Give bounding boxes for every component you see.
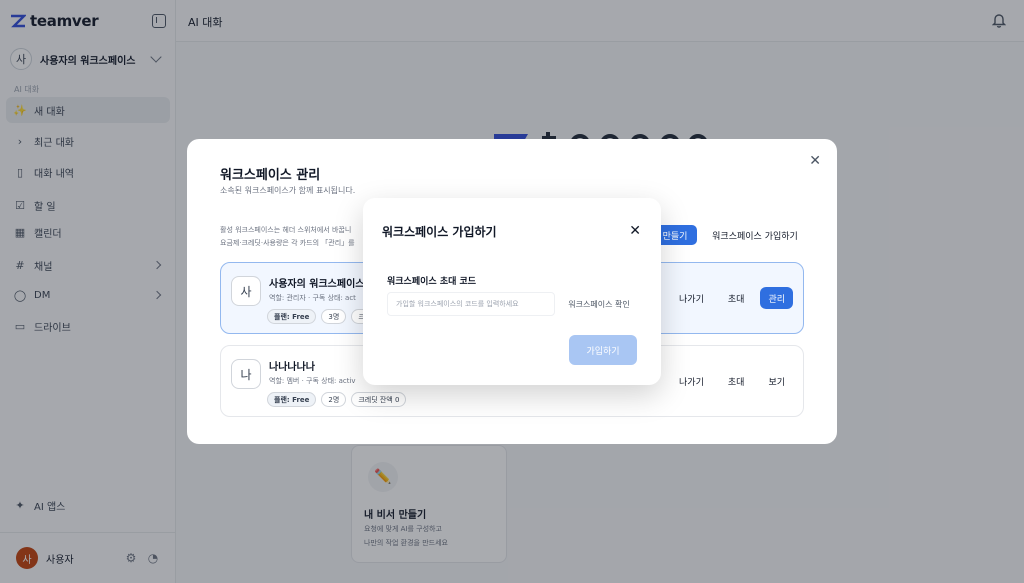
modal-hint: 활성 워크스페이스는 헤더 스위처에서 바꿉니 [220,226,352,234]
invite-code-label: 워크스페이스 초대 코드 [387,277,477,287]
workspace-meta: 역할: 멤버 · 구독 상태: activ [269,377,356,385]
close-icon[interactable]: ✕ [629,224,641,238]
modal-subtitle: 소속된 워크스페이스가 함께 표시됩니다. [220,186,356,195]
leave-button[interactable]: 나가기 [671,287,712,309]
invite-button[interactable]: 초대 [720,287,753,309]
member-count-badge: 2명 [321,392,347,407]
modal-title: 워크스페이스 관리 [220,168,321,183]
plan-badge: 플랜: Free [267,309,317,324]
join-submit-button[interactable]: 가입하기 [569,335,637,365]
modal-hint: 요금제·크레딧·사용량은 각 카드의 「관리」를 [220,239,355,247]
invite-code-input[interactable] [387,292,555,316]
join-workspace-button[interactable]: 워크스페이스 가입하기 [705,225,805,245]
close-icon[interactable]: ✕ [809,153,821,169]
invite-button[interactable]: 초대 [720,370,753,392]
view-button[interactable]: 보기 [760,370,793,392]
workspace-meta: 역할: 관리자 · 구독 상태: act [269,294,356,302]
leave-button[interactable]: 나가기 [671,370,712,392]
verify-workspace-button[interactable]: 워크스페이스 확인 [561,292,637,316]
plan-badge: 플랜: Free [267,392,317,407]
workspace-avatar: 나 [231,359,261,389]
credit-badge: 크레딧 잔액 0 [351,392,407,407]
workspace-avatar: 사 [231,276,261,306]
workspace-name: 나나나나나 [269,362,315,373]
member-count-badge: 3명 [321,309,347,324]
join-workspace-dialog: 워크스페이스 가입하기 ✕ 워크스페이스 초대 코드 워크스페이스 확인 가입하… [363,198,661,385]
workspace-name: 사용자의 워크스페이스 [269,279,365,290]
dialog-title: 워크스페이스 가입하기 [382,225,497,239]
manage-button[interactable]: 관리 [760,287,793,309]
